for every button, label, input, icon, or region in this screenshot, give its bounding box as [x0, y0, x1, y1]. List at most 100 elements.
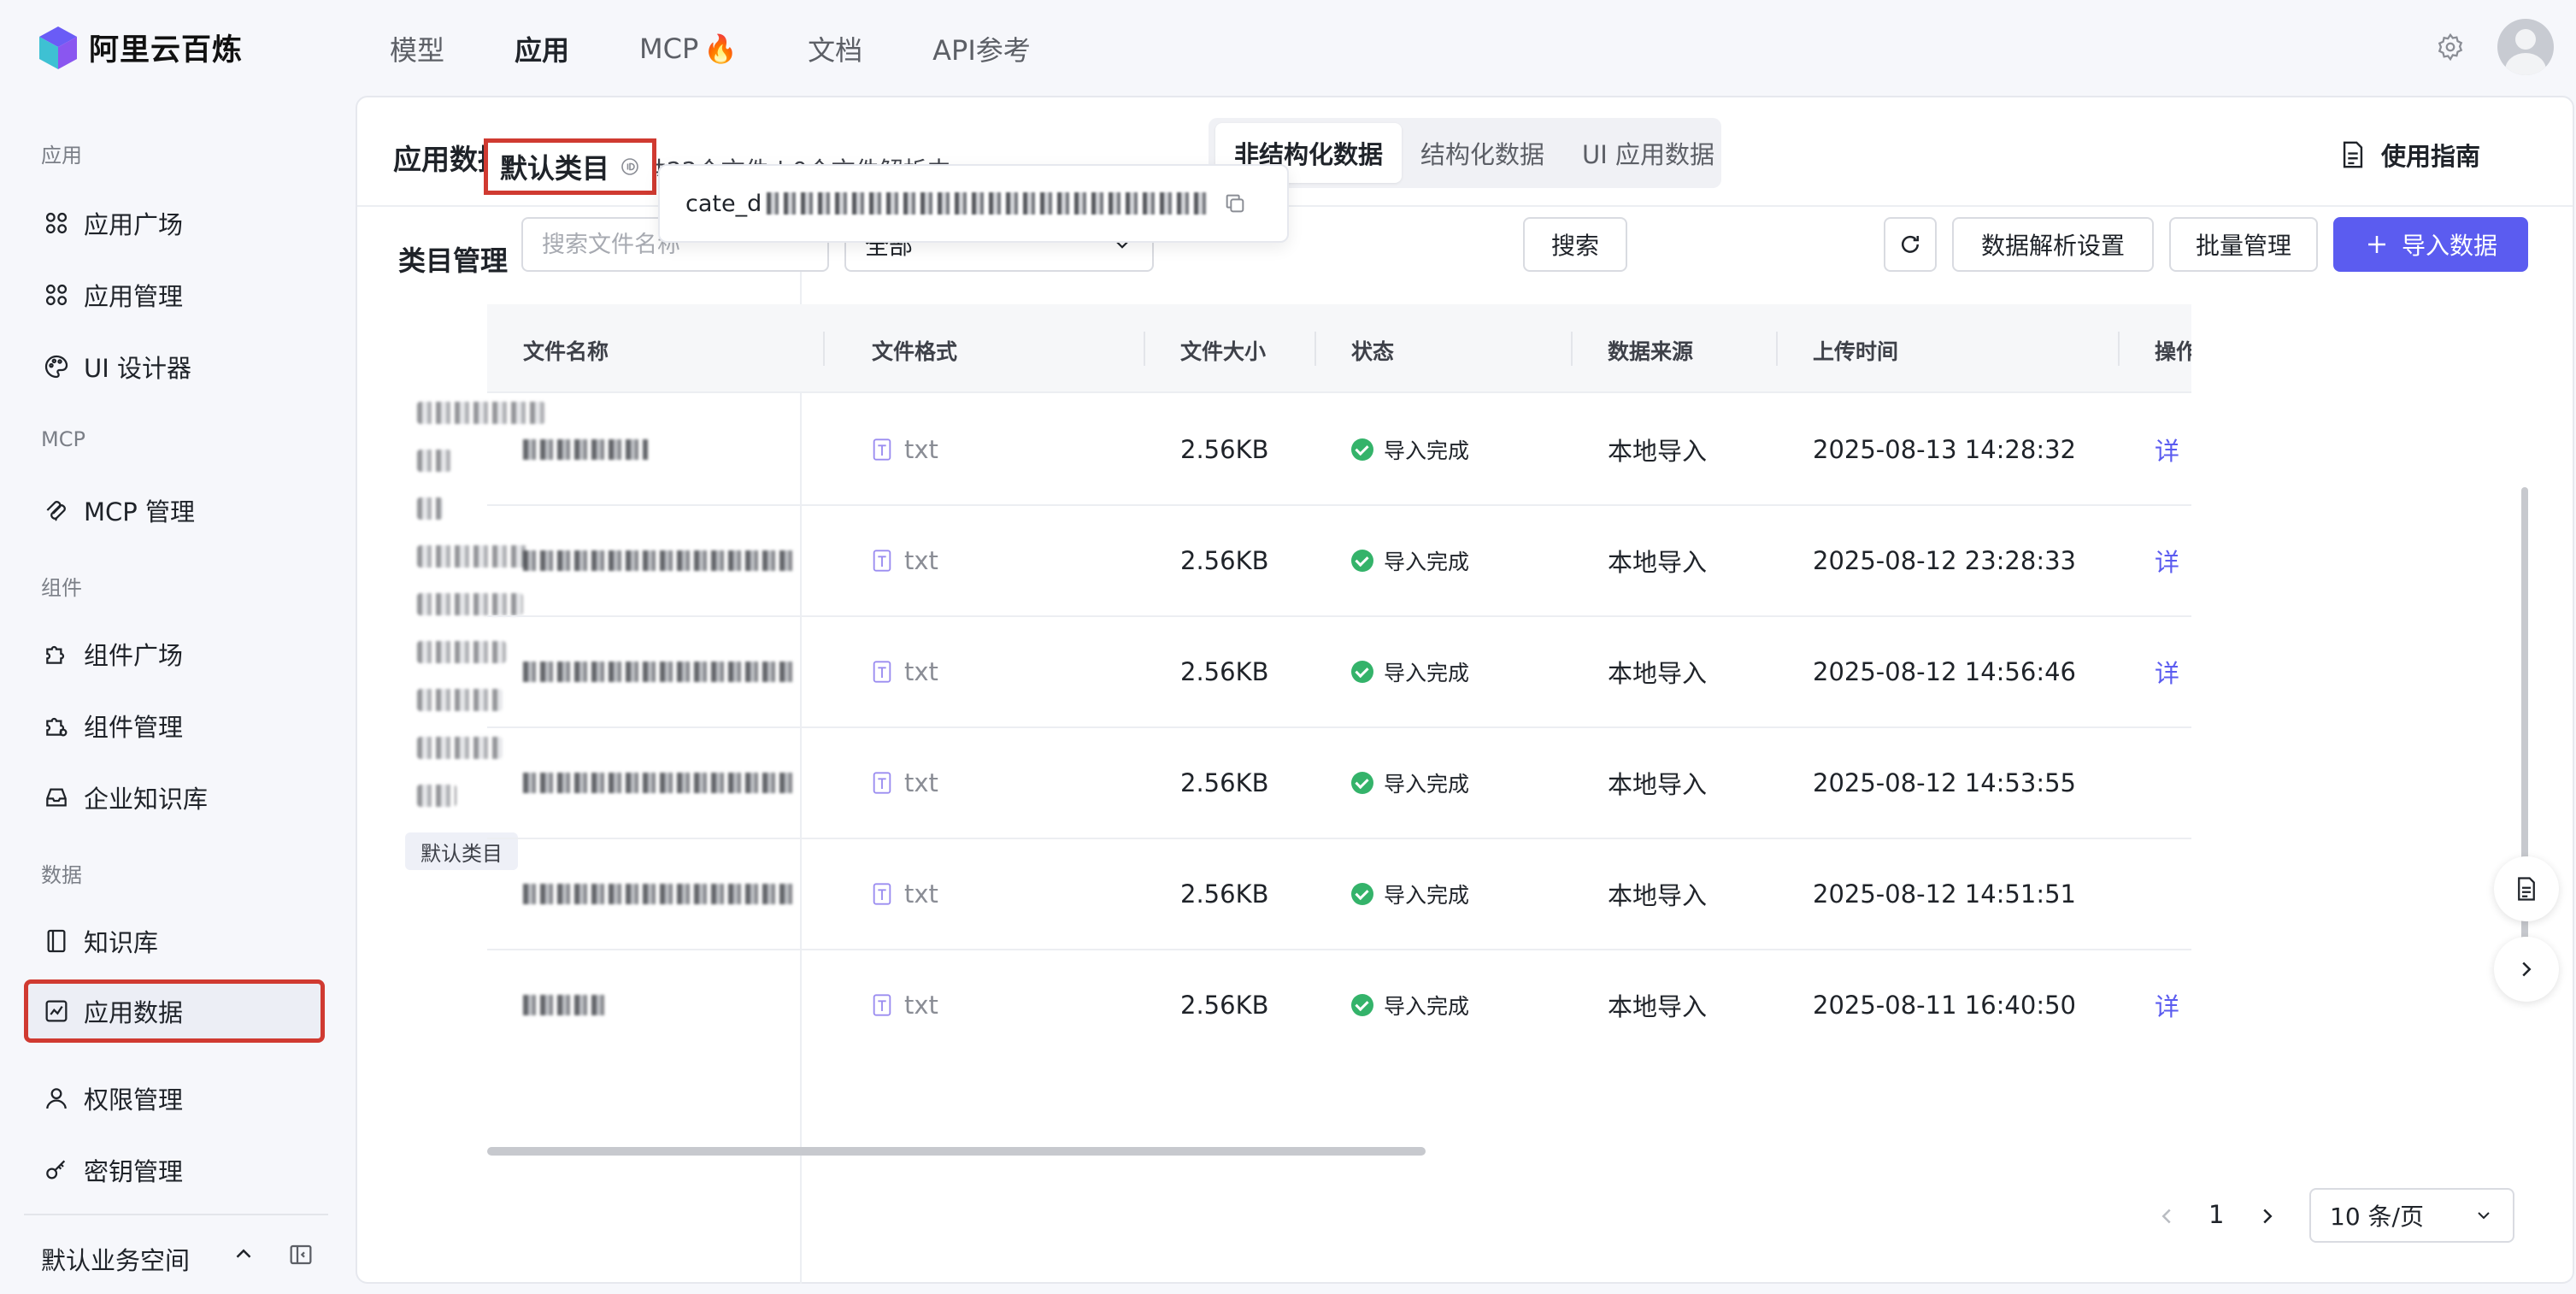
- text-file-icon: [873, 772, 891, 794]
- details-link[interactable]: 详: [2155, 654, 2179, 690]
- grid-icon: [45, 284, 68, 306]
- col-actions: 操作: [2155, 339, 2191, 364]
- table-row[interactable]: txt 2.56KB 导入完成 本地导入 2025-08-13 14:28:32 详: [487, 395, 2191, 506]
- user-avatar[interactable]: [2497, 19, 2554, 75]
- file-format-cell: txt: [872, 435, 938, 464]
- file-name[interactable]: [523, 439, 648, 460]
- category-id-tooltip: cate_d: [658, 164, 1289, 243]
- chevron-right-icon: [2522, 962, 2532, 977]
- sidebar-item-ui-designer[interactable]: UI 设计器: [24, 338, 325, 395]
- file-name[interactable]: [523, 995, 605, 1015]
- category-item[interactable]: [417, 450, 451, 472]
- upload-time-cell: 2025-08-11 16:40:50: [1813, 991, 2076, 1020]
- source-cell: 本地导入: [1608, 659, 1708, 688]
- col-separator: [2118, 332, 2120, 366]
- page-size-select[interactable]: 10 条/页: [2309, 1188, 2514, 1243]
- workspace-switcher[interactable]: 默认业务空间: [41, 1241, 190, 1277]
- details-link[interactable]: 详: [2155, 987, 2179, 1023]
- nav-api-reference[interactable]: API参考: [932, 29, 1031, 68]
- table-row[interactable]: txt 2.56KB 导入完成 本地导入 2025-08-12 23:28:33 详: [487, 506, 2191, 617]
- search-button[interactable]: 搜索: [1523, 217, 1627, 272]
- file-name[interactable]: [523, 773, 793, 793]
- col-source: 数据来源: [1608, 339, 1694, 364]
- sidebar-item-app-plaza[interactable]: 应用广场: [24, 195, 325, 251]
- source-cell: 本地导入: [1608, 548, 1708, 577]
- copy-icon[interactable]: [1223, 191, 1247, 215]
- usage-guide-link[interactable]: 使用指南: [2340, 137, 2480, 173]
- check-circle-icon: [1351, 772, 1373, 794]
- file-format-cell: txt: [872, 657, 938, 686]
- source-cell: 本地导入: [1608, 992, 1708, 1021]
- col-separator: [1144, 332, 1145, 366]
- sidebar-section-app: 应用: [41, 144, 82, 168]
- sidebar-item-key-management[interactable]: 密钥管理: [24, 1142, 325, 1198]
- batch-manage-button[interactable]: 批量管理: [2169, 217, 2318, 272]
- status-cell: 导入完成: [1351, 434, 1469, 465]
- id-info-icon[interactable]: [620, 156, 640, 177]
- puzzle-gear-icon: [46, 717, 68, 737]
- file-format-cell: txt: [872, 768, 938, 797]
- file-name[interactable]: [523, 662, 793, 682]
- details-link[interactable]: 详: [2155, 432, 2179, 468]
- sidebar-collapse-icon[interactable]: [287, 1241, 315, 1268]
- table-row[interactable]: txt 2.56KB 导入完成 本地导入 2025-08-12 14:56:46 详: [487, 617, 2191, 728]
- category-item[interactable]: [417, 785, 456, 807]
- prev-page-icon[interactable]: [2154, 1203, 2179, 1229]
- sidebar-item-component-management[interactable]: 组件管理: [24, 697, 325, 754]
- col-file-format: 文件格式: [872, 339, 958, 364]
- sidebar-item-component-plaza[interactable]: 组件广场: [24, 626, 325, 682]
- file-name[interactable]: [523, 884, 793, 904]
- table-header: 文件名称 文件格式 文件大小 状态 数据来源 上传时间 操作: [487, 304, 2191, 393]
- check-circle-icon: [1351, 438, 1373, 461]
- table-row[interactable]: txt 2.56KB 导入完成 本地导入 2025-08-12 14:53:55: [487, 728, 2191, 839]
- user-icon: [46, 1088, 67, 1109]
- parse-settings-button[interactable]: 数据解析设置: [1952, 217, 2154, 272]
- floating-expand-button[interactable]: [2494, 937, 2559, 1002]
- upload-time-cell: 2025-08-12 14:56:46: [1813, 657, 2076, 686]
- category-item[interactable]: [417, 497, 443, 520]
- category-id-prefix: cate_d: [685, 190, 762, 217]
- col-separator: [1776, 332, 1778, 366]
- category-panel-title: 类目管理: [398, 244, 509, 277]
- app-logo[interactable]: 阿里云百炼: [39, 26, 243, 69]
- import-data-button[interactable]: 导入数据: [2333, 217, 2528, 272]
- file-name[interactable]: [523, 550, 793, 571]
- nav-mcp[interactable]: MCP 🔥: [639, 29, 738, 68]
- nav-docs[interactable]: 文档: [808, 29, 862, 68]
- refresh-icon: [1902, 235, 1919, 253]
- sidebar-item-knowledge-base[interactable]: 知识库: [24, 913, 325, 969]
- sidebar-item-app-management[interactable]: 应用管理: [24, 267, 325, 323]
- category-id-value: [767, 192, 1212, 215]
- upload-time-cell: 2025-08-12 14:51:51: [1813, 879, 2076, 909]
- nav-models[interactable]: 模型: [390, 29, 444, 68]
- grid-icon: [45, 212, 68, 234]
- details-link[interactable]: 详: [2155, 543, 2179, 579]
- sidebar-item-enterprise-kb[interactable]: 企业知识库: [24, 769, 325, 826]
- source-cell: 本地导入: [1608, 881, 1708, 910]
- next-page-icon[interactable]: [2255, 1203, 2280, 1229]
- refresh-button[interactable]: [1884, 217, 1937, 272]
- sidebar-item-app-data[interactable]: 应用数据: [24, 979, 325, 1043]
- sidebar-item-permissions[interactable]: 权限管理: [24, 1070, 325, 1126]
- status-cell: 导入完成: [1351, 879, 1469, 909]
- file-size-cell: 2.56KB: [1180, 657, 1269, 686]
- floating-doc-button[interactable]: [2494, 856, 2559, 921]
- col-separator: [1571, 332, 1573, 366]
- table-row[interactable]: txt 2.56KB 导入完成 本地导入 2025-08-11 16:40:50 详: [487, 950, 2191, 1056]
- app-name: 阿里云百炼: [89, 33, 244, 68]
- sidebar-item-mcp-management[interactable]: MCP 管理: [24, 482, 325, 538]
- current-page[interactable]: 1: [2208, 1200, 2224, 1229]
- col-separator: [1314, 332, 1316, 366]
- table-row[interactable]: txt 2.56KB 导入完成 本地导入 2025-08-12 14:51:51: [487, 839, 2191, 950]
- status-cell: 导入完成: [1351, 990, 1469, 1020]
- chevron-up-icon[interactable]: [231, 1241, 256, 1267]
- col-file-size: 文件大小: [1180, 339, 1267, 364]
- tab-ui-app-data[interactable]: UI 应用数据: [1563, 123, 1733, 183]
- settings-gear-icon[interactable]: [2436, 32, 2465, 62]
- file-size-cell: 2.56KB: [1180, 879, 1269, 909]
- key-icon: [46, 1160, 66, 1179]
- nav-applications[interactable]: 应用: [515, 29, 569, 68]
- inbox-icon: [46, 788, 67, 807]
- tab-structured-data[interactable]: 结构化数据: [1402, 123, 1563, 183]
- horizontal-scrollbar[interactable]: [487, 1147, 1426, 1156]
